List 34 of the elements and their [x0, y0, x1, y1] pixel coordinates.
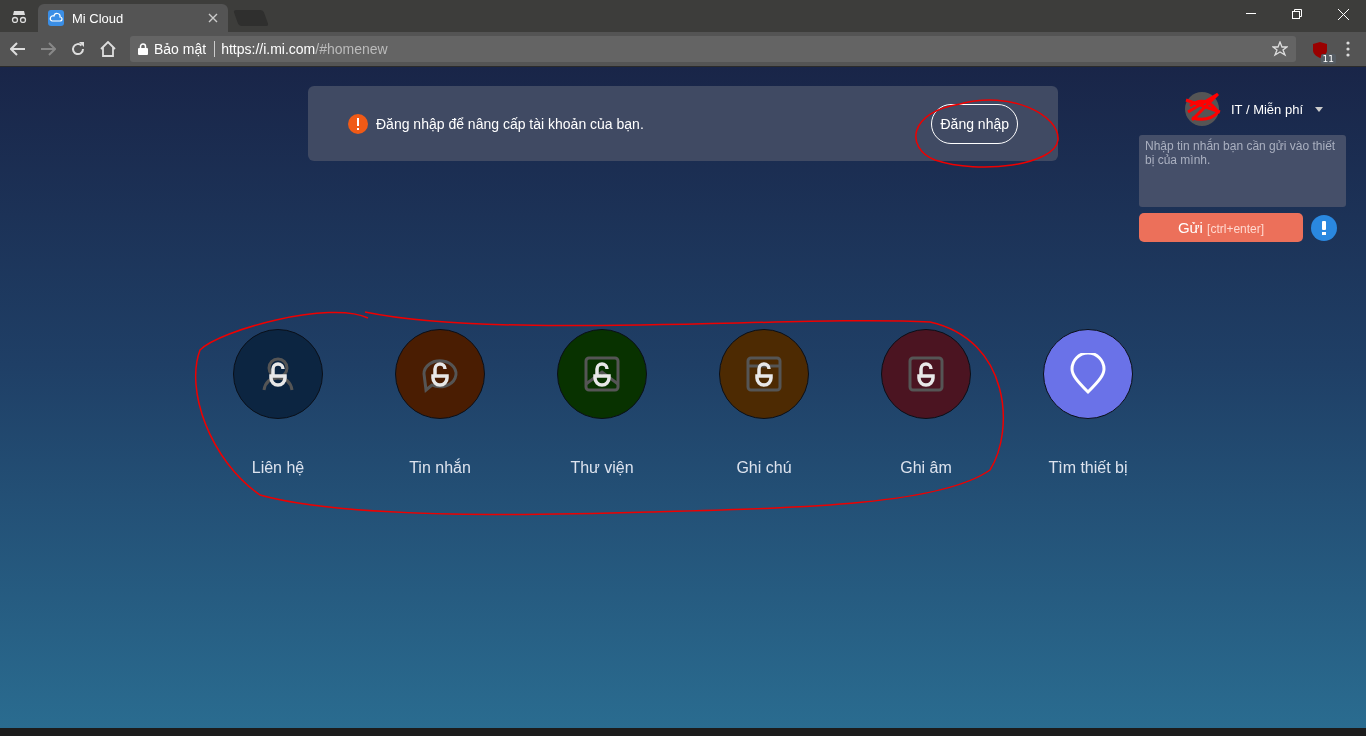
app-label: Ghi âm — [900, 459, 952, 477]
url-text: https://i.mi.com/#homenew — [221, 41, 389, 57]
app-label: Tìm thiết bị — [1048, 459, 1128, 477]
dropdown-caret-icon[interactable] — [1315, 106, 1323, 112]
message-input[interactable]: Nhập tin nhắn bạn cần gửi vào thiết bị của mình. — [1139, 135, 1346, 207]
back-arrow-icon — [10, 42, 26, 56]
app-label: Tin nhắn — [409, 459, 471, 477]
notice-text: Đăng nhập để nâng cấp tài khoản của bạn. — [376, 115, 645, 132]
app-label: Thư viện — [570, 459, 634, 477]
info-button[interactable] — [1311, 214, 1337, 241]
security-label: Bảo mật — [154, 41, 216, 57]
exclamation-icon — [1322, 220, 1326, 235]
incognito-icon — [10, 9, 28, 23]
close-icon[interactable] — [208, 13, 218, 23]
app-label: Liên hệ — [251, 459, 305, 477]
plan-label[interactable]: IT / Miễn phí — [1231, 101, 1303, 117]
browser-tab[interactable]: Mi Cloud — [38, 4, 228, 32]
avatar-scribble — [1184, 92, 1222, 122]
address-bar[interactable]: Bảo mật https://i.mi.com/#homenew — [130, 36, 1296, 62]
warning-icon — [348, 113, 368, 134]
cloud-icon — [48, 10, 64, 26]
location-pin-icon — [1069, 353, 1107, 395]
menu-icon — [1346, 41, 1350, 57]
close-icon — [1337, 8, 1349, 20]
lock-icon — [138, 43, 148, 55]
star-icon[interactable] — [1272, 41, 1288, 57]
forward-arrow-icon — [40, 42, 56, 56]
reload-icon — [70, 41, 86, 57]
home-icon — [100, 41, 116, 57]
minimize-icon — [1246, 13, 1256, 15]
app-label: Ghi chú — [736, 459, 792, 477]
tab-title: Mi Cloud — [72, 10, 125, 26]
extension-badge: 11 — [1320, 54, 1336, 64]
restore-icon — [1292, 9, 1302, 19]
